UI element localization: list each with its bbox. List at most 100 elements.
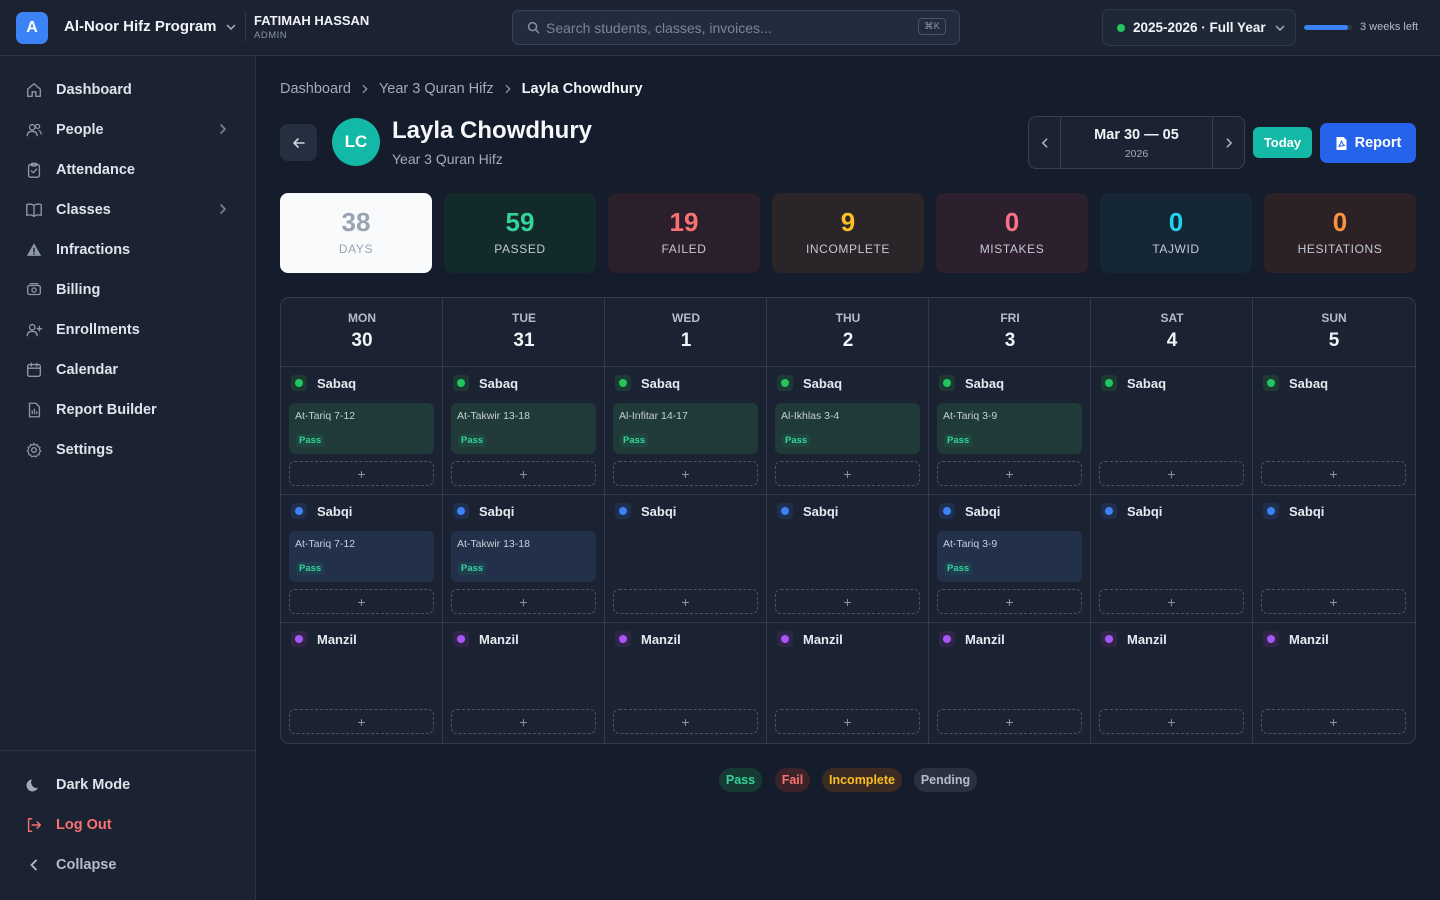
sidebar-item-report-builder[interactable]: Report Builder xyxy=(16,392,240,428)
slot-name: Sabqi xyxy=(641,503,677,519)
slot-label-manzil: Manzil xyxy=(1263,631,1329,647)
sidebar-item-infractions[interactable]: Infractions xyxy=(16,232,240,268)
slot-label-sabqi: Sabqi xyxy=(1101,503,1162,519)
add-entry-button[interactable]: + xyxy=(289,461,434,486)
add-entry-button[interactable]: + xyxy=(451,461,596,486)
column-divider xyxy=(1252,298,1253,743)
program-switcher[interactable]: Al-Noor Hifz Program xyxy=(64,18,237,35)
lesson-entry[interactable]: At-Tariq 3-9 Pass xyxy=(937,531,1082,582)
lesson-entry[interactable]: At-Takwir 13-18 Pass xyxy=(451,403,596,454)
logout-button[interactable]: Log Out xyxy=(16,807,240,843)
calendar-icon xyxy=(24,360,44,380)
add-entry-button[interactable]: + xyxy=(937,589,1082,614)
slot-label-sabaq: Sabaq xyxy=(615,375,680,391)
lesson-surah: At-Tariq 7-12 xyxy=(295,410,356,422)
slot-name: Manzil xyxy=(479,631,519,647)
add-entry-button[interactable]: + xyxy=(937,709,1082,734)
previous-week-button[interactable] xyxy=(1029,117,1061,168)
lesson-entry[interactable]: Al-Infitar 14-17 Pass xyxy=(613,403,758,454)
week-range: Mar 30 — 05 xyxy=(1094,127,1179,143)
clipboard-check-icon xyxy=(24,160,44,180)
add-entry-button[interactable]: + xyxy=(775,589,920,614)
dark-mode-toggle[interactable]: Dark Mode xyxy=(16,767,240,803)
add-entry-button[interactable]: + xyxy=(1261,709,1406,734)
slot-name: Sabaq xyxy=(317,375,357,391)
sidebar-item-settings[interactable]: Settings xyxy=(16,432,240,468)
add-entry-button[interactable]: + xyxy=(1261,589,1406,614)
arrow-left-icon xyxy=(292,137,305,148)
column-divider xyxy=(766,298,767,743)
pdf-file-icon xyxy=(1336,136,1347,150)
slot-label-manzil: Manzil xyxy=(453,631,519,647)
sidebar-item-enrollments[interactable]: Enrollments xyxy=(16,312,240,348)
breadcrumb: Dashboard Year 3 Quran Hifz Layla Chowdh… xyxy=(280,81,643,97)
stat-card-passed: 59 PASSED xyxy=(444,193,596,273)
lesson-entry[interactable]: At-Tariq 7-12 Pass xyxy=(289,403,434,454)
breadcrumb-class[interactable]: Year 3 Quran Hifz xyxy=(379,81,494,97)
user-plus-icon xyxy=(24,320,44,340)
slot-label-manzil: Manzil xyxy=(615,631,681,647)
lesson-surah: At-Tariq 7-12 xyxy=(295,538,356,550)
moon-icon xyxy=(24,777,44,793)
sidebar-item-attendance[interactable]: Attendance xyxy=(16,152,240,188)
add-entry-button[interactable]: + xyxy=(613,589,758,614)
add-entry-button[interactable]: + xyxy=(1099,709,1244,734)
stat-card-incomplete: 9 INCOMPLETE xyxy=(772,193,924,273)
chevron-right-icon xyxy=(505,84,511,94)
sidebar-item-dashboard[interactable]: Dashboard xyxy=(16,72,240,108)
add-entry-button[interactable]: + xyxy=(775,461,920,486)
user-name[interactable]: FATIMAH HASSAN xyxy=(254,13,369,28)
users-icon xyxy=(24,120,44,140)
search-bar[interactable]: ⌘K xyxy=(512,10,960,45)
sidebar-item-billing[interactable]: Billing xyxy=(16,272,240,308)
day-header-tue: TUE 31 xyxy=(443,298,605,367)
add-entry-button[interactable]: + xyxy=(451,709,596,734)
next-week-button[interactable] xyxy=(1212,117,1244,168)
slot-dot xyxy=(453,375,469,391)
search-input[interactable] xyxy=(546,19,959,36)
add-entry-button[interactable]: + xyxy=(937,461,1082,486)
add-entry-button[interactable]: + xyxy=(1099,589,1244,614)
slot-label-sabqi: Sabqi xyxy=(1263,503,1324,519)
week-year: 2026 xyxy=(1124,148,1149,160)
add-entry-button[interactable]: + xyxy=(775,709,920,734)
slot-label-sabqi: Sabqi xyxy=(453,503,514,519)
lesson-entry[interactable]: At-Takwir 13-18 Pass xyxy=(451,531,596,582)
add-entry-button[interactable]: + xyxy=(613,461,758,486)
add-entry-button[interactable]: + xyxy=(1099,461,1244,486)
chevron-down-icon xyxy=(1275,25,1284,31)
slot-dot xyxy=(1263,375,1279,391)
day-header-thu: THU 2 xyxy=(767,298,929,367)
add-entry-button[interactable]: + xyxy=(289,589,434,614)
status-badge: Pass xyxy=(296,562,325,575)
stat-label: FAILED xyxy=(661,242,707,256)
report-icon xyxy=(24,400,44,420)
day-header-sun: SUN 5 xyxy=(1253,298,1415,367)
academic-year-select[interactable]: 2025-2026 · Full Year xyxy=(1102,9,1296,46)
today-button[interactable]: Today xyxy=(1253,127,1312,158)
lesson-entry[interactable]: At-Tariq 7-12 Pass xyxy=(289,531,434,582)
sidebar-item-label: Calendar xyxy=(56,362,119,378)
sidebar-item-classes[interactable]: Classes xyxy=(16,192,240,228)
lesson-entry[interactable]: Al-Ikhlas 3-4 Pass xyxy=(775,403,920,454)
day-number: 5 xyxy=(1328,330,1340,351)
report-button[interactable]: Report xyxy=(1320,123,1416,163)
collapse-button[interactable]: Collapse xyxy=(16,847,240,883)
slot-label-manzil: Manzil xyxy=(291,631,357,647)
stat-label: MISTAKES xyxy=(979,242,1045,256)
lesson-entry[interactable]: At-Tariq 3-9 Pass xyxy=(937,403,1082,454)
stat-value: 0 xyxy=(1168,207,1184,237)
add-entry-button[interactable]: + xyxy=(1261,461,1406,486)
sidebar-item-calendar[interactable]: Calendar xyxy=(16,352,240,388)
slot-dot xyxy=(615,503,631,519)
back-button[interactable] xyxy=(280,124,317,161)
logout-icon xyxy=(24,816,44,834)
app-logo[interactable]: A xyxy=(16,12,48,44)
slot-dot xyxy=(1101,503,1117,519)
add-entry-button[interactable]: + xyxy=(613,709,758,734)
breadcrumb-dashboard[interactable]: Dashboard xyxy=(280,81,351,97)
add-entry-button[interactable]: + xyxy=(451,589,596,614)
add-entry-button[interactable]: + xyxy=(289,709,434,734)
status-badge: Pass xyxy=(296,434,325,447)
sidebar-item-people[interactable]: People xyxy=(16,112,240,148)
